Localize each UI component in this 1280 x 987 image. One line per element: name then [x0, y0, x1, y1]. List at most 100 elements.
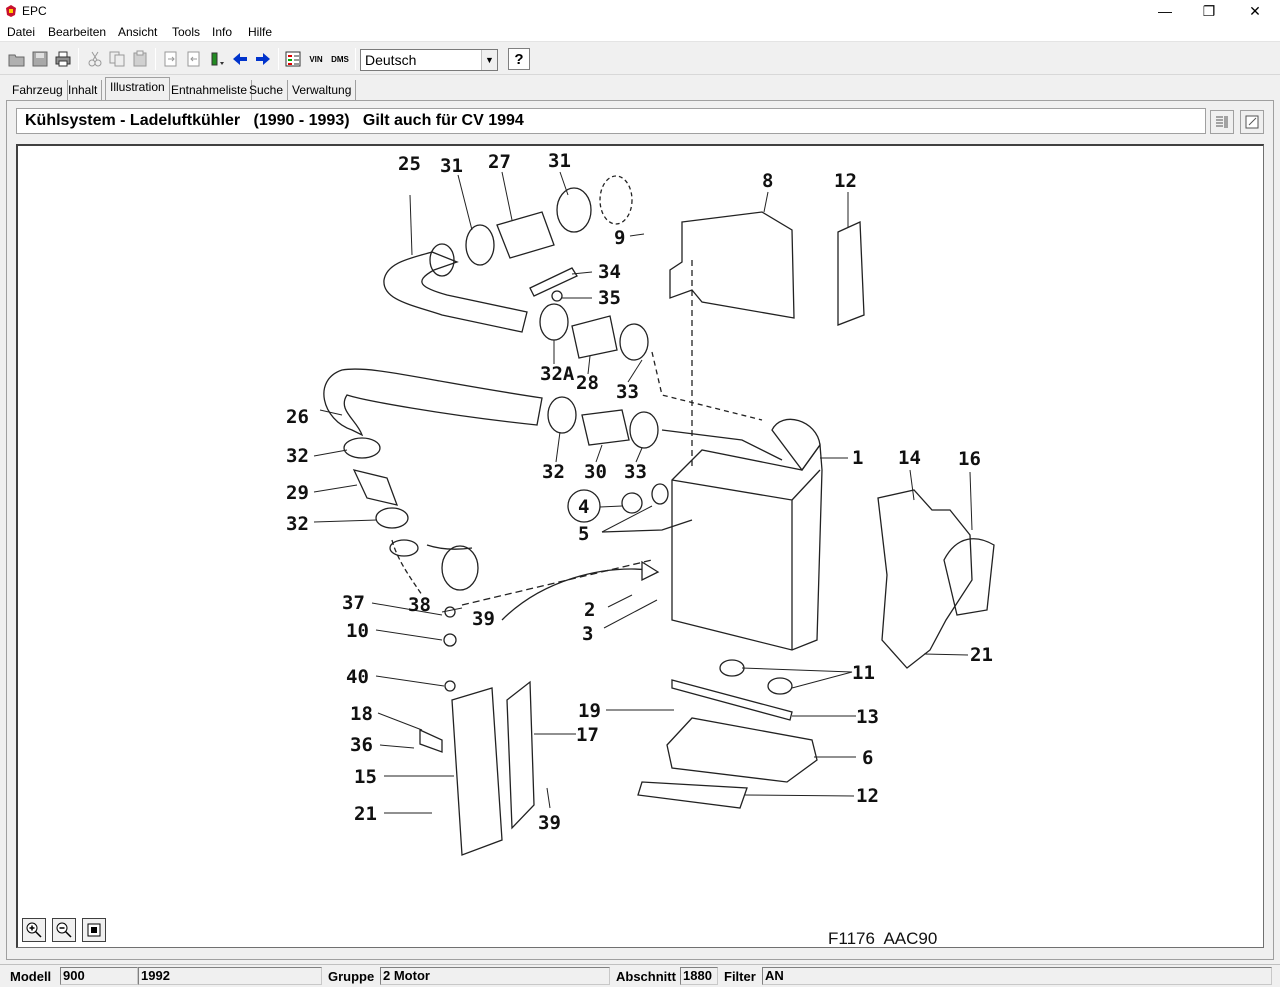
nut-10: [443, 633, 457, 647]
page-title: Kühlsystem - Ladeluftkühler (1990 - 1993…: [25, 112, 524, 129]
minimize-button[interactable]: —: [1142, 0, 1188, 22]
zoom-out-icon: [56, 922, 72, 938]
tab-verwaltung[interactable]: Verwaltung: [288, 80, 357, 100]
zoom-in-icon: [26, 922, 42, 938]
zoom-in-button[interactable]: [22, 918, 46, 942]
callout-21: 21: [354, 803, 377, 825]
print-button[interactable]: [52, 48, 74, 70]
deflector-17: [506, 680, 535, 830]
vin-button[interactable]: VIN: [305, 48, 327, 70]
callout-15: 15: [354, 766, 377, 788]
hose-25: [383, 251, 528, 333]
help-icon: ?: [514, 50, 524, 68]
language-select[interactable]: Deutsch ▼: [360, 49, 498, 71]
plug-4: [621, 492, 643, 514]
mount-11b: [767, 677, 793, 695]
forward-doc-button[interactable]: [160, 48, 182, 70]
scissors-icon: [88, 51, 102, 67]
callout-38: 38: [408, 594, 431, 616]
language-value: Deutsch: [365, 52, 417, 68]
list-columns-icon: [1216, 116, 1228, 128]
menu-ansicht[interactable]: Ansicht: [118, 25, 157, 39]
clamp-31a: [465, 224, 495, 266]
gruppe-value: 2 Motor: [380, 967, 610, 985]
callout-28: 28: [576, 372, 599, 394]
deflector-15: [451, 687, 503, 856]
list-button[interactable]: [207, 48, 229, 70]
menu-datei[interactable]: Datei: [7, 25, 35, 39]
open-button[interactable]: [6, 48, 28, 70]
callout-32: 32: [286, 445, 309, 467]
callout-12: 12: [834, 170, 857, 192]
callout-9: 9: [614, 227, 625, 249]
callout-21: 21: [970, 644, 993, 666]
menu-tools[interactable]: Tools: [172, 25, 200, 39]
illustration-canvas[interactable]: 25 31 27 31 8 12 9 34 35 32A 28 33 26 32…: [16, 144, 1264, 948]
clamp-33a: [619, 323, 649, 361]
clamp-31b: [556, 187, 592, 233]
fit-to-window-button[interactable]: [82, 918, 106, 942]
menu-hilfe[interactable]: Hilfe: [248, 25, 272, 39]
back-doc-button[interactable]: [183, 48, 205, 70]
year-value: 1992: [138, 967, 322, 985]
parts-list-button[interactable]: [1210, 110, 1234, 134]
menu-info[interactable]: Info: [212, 25, 232, 39]
hose-26: [323, 368, 543, 437]
bolt-35: [551, 290, 563, 302]
callout-17: 17: [576, 724, 599, 746]
clamp-32b: [547, 396, 577, 434]
callout-32: 32: [286, 513, 309, 535]
forward-button[interactable]: [252, 48, 274, 70]
zoom-out-button[interactable]: [52, 918, 76, 942]
tab-illustration[interactable]: Illustration: [105, 77, 170, 100]
tab-fahrzeug[interactable]: Fahrzeug: [8, 80, 68, 100]
clamp-32a: [539, 303, 569, 341]
callout-31: 31: [440, 155, 463, 177]
menu-bearbeiten[interactable]: Bearbeiten: [48, 25, 106, 39]
dms-button[interactable]: DMS: [329, 48, 351, 70]
save-disk-icon: [32, 51, 48, 67]
arrow-right-icon: [256, 53, 270, 65]
clip-18: [419, 728, 443, 753]
modell-label: Modell: [10, 969, 52, 984]
vin-label: VIN: [309, 54, 323, 64]
bolt-37: [444, 606, 456, 618]
window-title: EPC: [22, 4, 47, 18]
callout-10: 10: [346, 620, 369, 642]
callout-3: 3: [582, 623, 593, 645]
callout-31: 31: [548, 150, 571, 172]
callout-39: 39: [472, 608, 495, 630]
close-button[interactable]: ✕: [1232, 0, 1278, 22]
chevron-down-icon[interactable]: ▼: [481, 50, 497, 70]
cut-button[interactable]: [84, 48, 106, 70]
copy-button[interactable]: [106, 48, 128, 70]
clamp-32c: [343, 437, 381, 459]
back-button[interactable]: [229, 48, 251, 70]
modell-value: 900: [60, 967, 138, 985]
paste-button[interactable]: [129, 48, 151, 70]
help-button[interactable]: ?: [508, 48, 530, 70]
shield-16: [943, 538, 995, 616]
exploded-parts-drawing[interactable]: 25 31 27 31 8 12 9 34 35 32A 28 33 26 32…: [18, 146, 1262, 946]
open-folder-icon: [8, 54, 25, 67]
tab-entnahmeliste[interactable]: Entnahmeliste: [167, 80, 253, 100]
title-bar: EPC — ❐ ✕: [0, 0, 1280, 22]
document-forward-icon: [164, 51, 177, 67]
callout-26: 26: [286, 406, 309, 428]
status-bar: Modell 900 1992 Gruppe 2 Motor Abschnitt…: [0, 964, 1280, 987]
maximize-button[interactable]: ❐: [1186, 0, 1232, 22]
notes-button[interactable]: [1240, 110, 1264, 134]
tab-inhalt[interactable]: Inhalt: [64, 80, 103, 100]
section-header: Kühlsystem - Ladeluftkühler (1990 - 1993…: [16, 108, 1206, 134]
clamp-33b: [629, 411, 659, 449]
callout-11: 11: [852, 662, 875, 684]
callout-34: 34: [598, 261, 621, 283]
menu-bar: Datei Bearbeiten Ansicht Tools Info Hilf…: [0, 22, 1280, 42]
save-button[interactable]: [29, 48, 51, 70]
callout-5: 5: [578, 523, 589, 545]
hose-27: [496, 211, 555, 259]
tab-suche[interactable]: Suche: [245, 80, 289, 100]
vehicle-select-button[interactable]: [282, 48, 304, 70]
filter-label: Filter: [724, 969, 756, 984]
washer-40: [444, 680, 456, 692]
